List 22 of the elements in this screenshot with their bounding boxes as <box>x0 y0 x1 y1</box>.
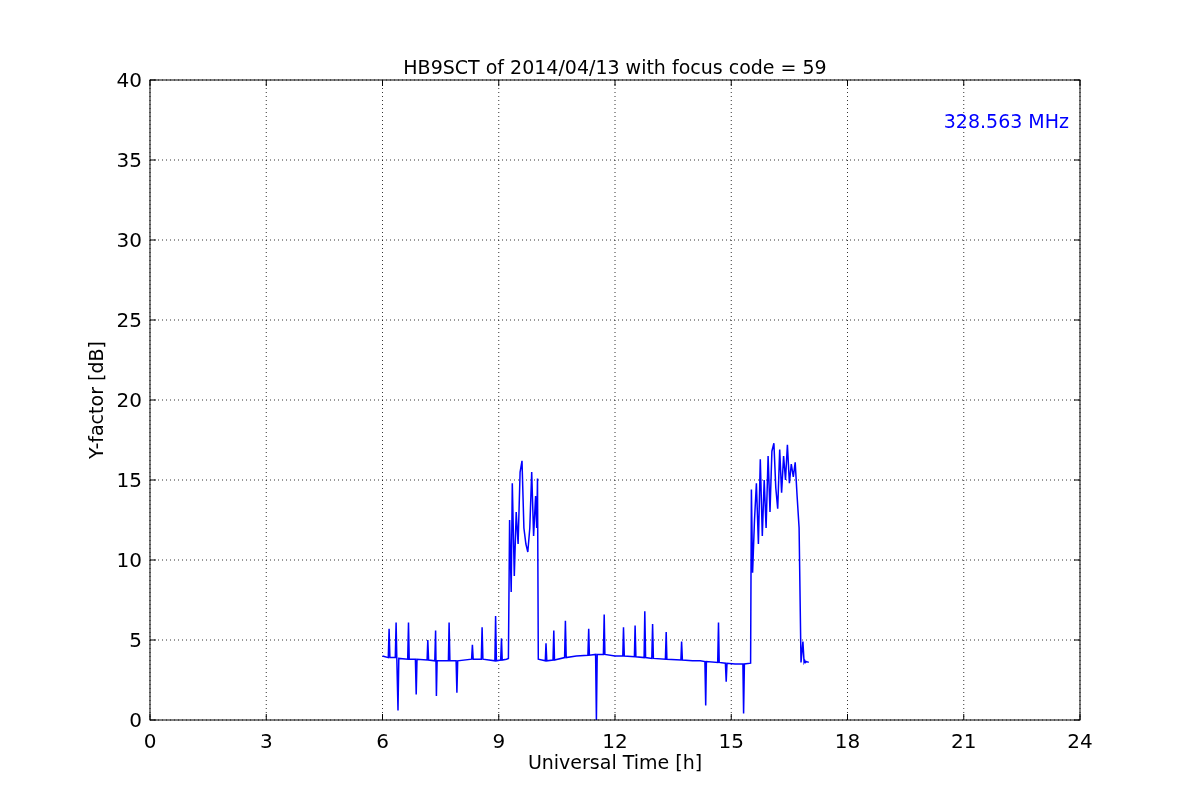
x-axis-label: Universal Time [h] <box>527 751 703 773</box>
x-tick-label: 0 <box>143 729 157 753</box>
x-tick-label: 12 <box>602 729 628 753</box>
x-tick-label: 15 <box>718 729 744 753</box>
x-tick-label: 21 <box>951 729 977 753</box>
y-tick-label: 20 <box>116 388 142 412</box>
y-tick-label: 0 <box>129 708 142 732</box>
y-tick-label: 25 <box>116 308 142 332</box>
series-legend-label: 328.563 MHz <box>943 110 1069 132</box>
y-tick-label: 15 <box>116 468 142 492</box>
chart-title: HB9SCT of 2014/04/13 with focus code = 59 <box>403 56 827 78</box>
y-tick-label: 40 <box>116 68 142 92</box>
x-tick-label: 6 <box>376 729 389 753</box>
x-tick-label: 3 <box>259 729 273 753</box>
x-tick-label: 9 <box>492 729 506 753</box>
y-tick-label: 30 <box>116 228 142 252</box>
x-tick-label: 18 <box>834 729 861 753</box>
y-tick-label: 35 <box>116 148 142 172</box>
x-tick-label: 24 <box>1067 729 1093 753</box>
y-axis-label: Y-factor [dB] <box>85 341 107 459</box>
y-tick-label: 10 <box>116 548 142 572</box>
y-tick-label: 5 <box>129 628 142 652</box>
